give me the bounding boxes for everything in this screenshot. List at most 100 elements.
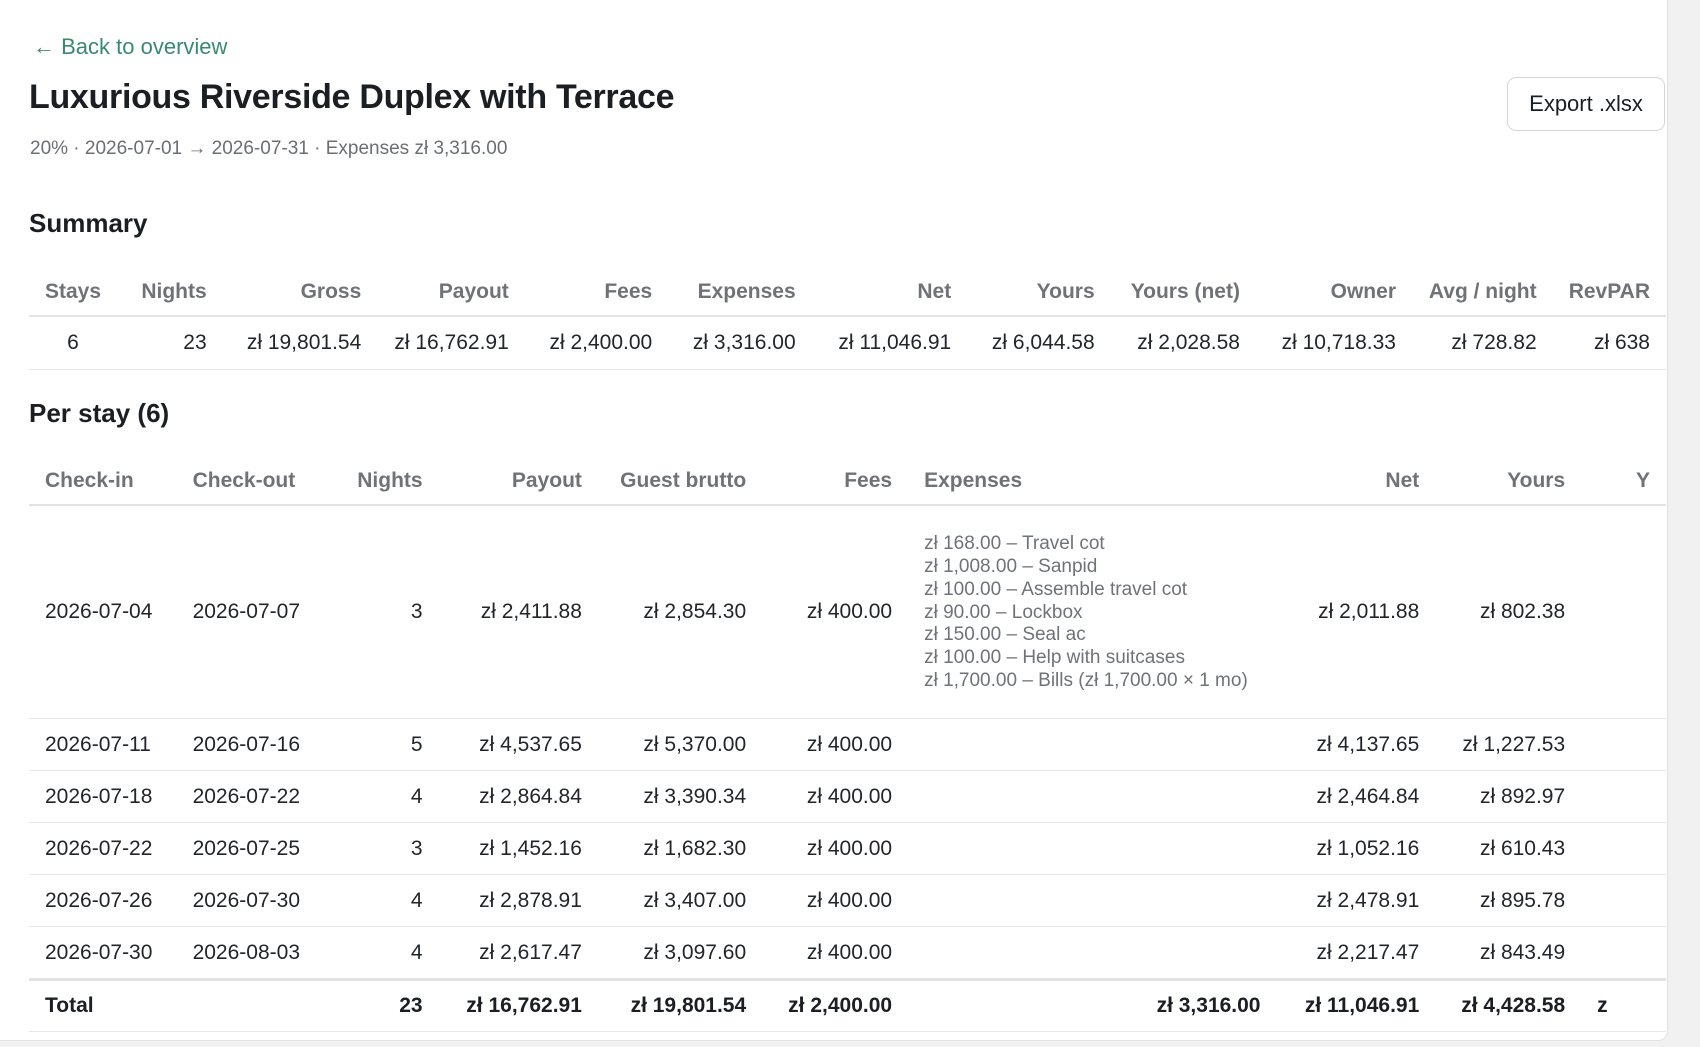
cell-net: zł 4,137.65 [1316, 732, 1420, 756]
cell-guest-brutto: zł 3,097.60 [643, 940, 747, 964]
cell-checkout: 2026-07-16 [192, 732, 300, 756]
page-title: Luxurious Riverside Duplex with Terrace [29, 78, 675, 116]
cell-net: zł 2,011.88 [1318, 600, 1420, 623]
summary-value-payout: zł 16,762.91 [394, 331, 509, 354]
cell-payout: zł 2,411.88 [480, 600, 582, 623]
per-stay-table-container[interactable]: Check-in Check-out Nights Payout Guest b… [29, 457, 1666, 1032]
cell-fees: zł 400.00 [806, 888, 893, 912]
total-checkout [177, 980, 325, 1032]
summary-header-yours: Yours [1036, 279, 1095, 303]
table-row: 2026-07-11 2026-07-16 5 zł 4,537.65 zł 5… [29, 719, 1666, 771]
expense-item: zł 1,008.00 – Sanpid [924, 556, 1098, 577]
cell-payout: zł 2,617.47 [479, 940, 582, 964]
per-stay-header-checkout: Check-out [192, 468, 296, 492]
cell-yours-net [1581, 875, 1666, 927]
cell-yours-net [1581, 719, 1666, 771]
cell-fees: zł 400.00 [806, 784, 893, 808]
per-stay-header-fees: Fees [844, 468, 893, 492]
summary-header-stays: Stays [45, 279, 102, 303]
summary-value-gross: zł 19,801.54 [246, 331, 362, 354]
cell-checkin: 2026-07-04 [45, 600, 153, 623]
total-guest-brutto: zł 19,801.54 [630, 994, 747, 1017]
table-row: 2026-07-22 2026-07-25 3 zł 1,452.16 zł 1… [29, 823, 1666, 875]
cell-nights: 3 [410, 836, 423, 860]
summary-value-yours: zł 6,044.58 [991, 331, 1095, 354]
summary-value-expenses: zł 3,316.00 [692, 331, 796, 354]
total-net: zł 11,046.91 [1304, 994, 1420, 1017]
cell-net: zł 2,217.47 [1316, 940, 1420, 964]
per-stay-header-row: Check-in Check-out Nights Payout Guest b… [29, 457, 1666, 505]
cell-expenses [908, 875, 1276, 927]
cell-checkout: 2026-07-22 [192, 784, 300, 808]
per-stay-header-payout: Payout [511, 468, 582, 492]
expense-item: zł 168.00 – Travel cot [924, 533, 1105, 555]
cell-fees: zł 400.00 [806, 600, 893, 623]
summary-header-yours-net: Yours (net) [1130, 279, 1240, 303]
cell-nights: 4 [410, 940, 423, 964]
cell-yours: zł 610.43 [1479, 836, 1566, 860]
page-subtitle: 20% · 2026-07-01 → 2026-07-31 · Expenses… [30, 138, 508, 159]
summary-value-fees: zł 2,400.00 [549, 331, 653, 354]
per-stay-header-checkin: Check-in [45, 468, 134, 492]
cell-nights: 4 [410, 784, 423, 808]
summary-header-nights: Nights [141, 279, 207, 303]
total-expenses: zł 3,316.00 [1156, 994, 1261, 1017]
table-row: 2026-07-26 2026-07-30 4 zł 2,878.91 zł 3… [29, 875, 1666, 927]
back-to-overview-link[interactable]: ← Back to overview [33, 34, 227, 60]
summary-value-avg-night: zł 728.82 [1451, 331, 1537, 354]
cell-guest-brutto: zł 5,370.00 [643, 732, 747, 756]
cell-checkin: 2026-07-30 [45, 940, 153, 964]
cell-net: zł 2,464.84 [1316, 784, 1420, 808]
summary-header-payout: Payout [438, 279, 509, 303]
cell-checkin: 2026-07-26 [45, 888, 153, 912]
total-nights: 23 [399, 994, 423, 1017]
cell-yours: zł 843.49 [1479, 940, 1566, 964]
summary-value-owner: zł 10,718.33 [1281, 331, 1396, 354]
per-stay-header-net: Net [1385, 468, 1420, 492]
cell-checkin: 2026-07-11 [45, 732, 151, 756]
expense-item: zł 150.00 – Seal ac [924, 624, 1086, 646]
expense-item: zł 100.00 – Help with suitcases [924, 647, 1185, 669]
per-stay-table: Check-in Check-out Nights Payout Guest b… [29, 457, 1666, 1032]
cell-nights: 3 [410, 600, 423, 623]
total-label: Total [45, 994, 94, 1017]
cell-yours-net [1581, 823, 1666, 875]
cell-nights: 4 [410, 888, 423, 912]
per-stay-header-guest-brutto: Guest brutto [620, 468, 747, 492]
total-yours-net: z [1597, 994, 1608, 1017]
cell-guest-brutto: zł 3,390.34 [643, 784, 747, 808]
summary-value-net: zł 11,046.91 [838, 331, 952, 354]
cell-yours-net [1581, 771, 1666, 823]
summary-value-nights: 23 [183, 331, 207, 354]
summary-value-revpar: zł 638 [1593, 331, 1650, 354]
summary-header-revpar: RevPAR [1568, 279, 1650, 303]
summary-header-avg-night: Avg / night [1428, 279, 1537, 303]
summary-header-expenses: Expenses [697, 279, 796, 303]
summary-header-fees: Fees [604, 279, 653, 303]
total-row: Total 23 zł 16,762.91 zł 19,801.54 zł 2,… [29, 979, 1666, 1032]
expense-item: zł 100.00 – Assemble travel cot [924, 578, 1188, 600]
summary-title: Summary [29, 208, 148, 238]
table-row: 2026-07-18 2026-07-22 4 zł 2,864.84 zł 3… [29, 771, 1666, 823]
summary-header-owner: Owner [1330, 279, 1396, 303]
summary-table: Stays Nights Gross Payout Fees Expenses … [29, 268, 1666, 370]
cell-expenses [908, 927, 1276, 980]
total-fees: zł 2,400.00 [788, 994, 893, 1017]
summary-table-container[interactable]: Stays Nights Gross Payout Fees Expenses … [29, 268, 1666, 370]
export-xlsx-button[interactable]: Export .xlsx [1507, 77, 1665, 131]
summary-header-net: Net [917, 279, 952, 303]
cell-checkout: 2026-07-25 [192, 836, 300, 860]
cell-checkin: 2026-07-18 [45, 784, 153, 808]
cell-fees: zł 400.00 [806, 836, 893, 860]
cell-checkout: 2026-07-30 [192, 888, 300, 912]
cell-nights: 5 [410, 732, 423, 756]
cell-checkout: 2026-07-07 [192, 600, 300, 623]
cell-fees: zł 400.00 [806, 940, 893, 964]
per-stay-header-yours: Yours [1507, 468, 1566, 492]
summary-header-gross: Gross [300, 279, 362, 303]
cell-payout: zł 2,864.84 [479, 784, 582, 808]
cell-yours: zł 892.97 [1479, 784, 1566, 808]
cell-net: zł 1,052.16 [1316, 836, 1420, 860]
cell-payout: zł 1,452.16 [479, 836, 582, 860]
cell-guest-brutto: zł 2,854.30 [643, 600, 747, 623]
